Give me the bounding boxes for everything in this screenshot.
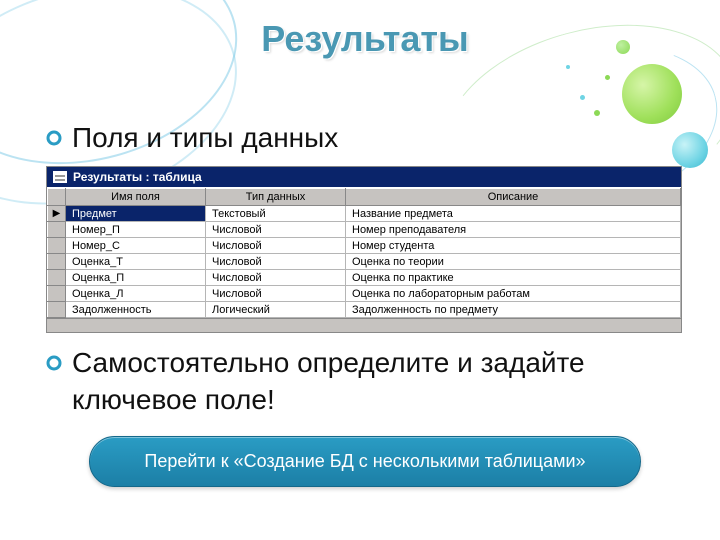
bullet-text: Самостоятельно определите и задайте ключ…: [72, 345, 684, 418]
window-titlebar[interactable]: Результаты : таблица: [47, 167, 681, 187]
data-type-cell[interactable]: Текстовый: [206, 206, 346, 222]
table-row[interactable]: Оценка_ЛЧисловойОценка по лабораторным р…: [48, 286, 681, 302]
data-type-cell[interactable]: Логический: [206, 302, 346, 318]
ring-bullet-icon: [46, 130, 62, 146]
row-selector[interactable]: [48, 286, 66, 302]
field-name-cell[interactable]: Номер_П: [66, 222, 206, 238]
table-row[interactable]: ▶ПредметТекстовыйНазвание предмета: [48, 206, 681, 222]
grid-header-row: Имя поля Тип данных Описание: [48, 189, 681, 206]
next-link-button[interactable]: Перейти к «Создание БД с несколькими таб…: [89, 436, 640, 487]
row-selector-header: [48, 189, 66, 206]
row-selector[interactable]: [48, 222, 66, 238]
row-selector[interactable]: [48, 302, 66, 318]
description-cell[interactable]: Оценка по теории: [346, 254, 681, 270]
table-designer-window: Результаты : таблица Имя поля Тип данных…: [46, 166, 682, 333]
table-row[interactable]: Оценка_ПЧисловойОценка по практике: [48, 270, 681, 286]
datasheet-icon: [53, 171, 67, 183]
data-type-cell[interactable]: Числовой: [206, 270, 346, 286]
field-name-cell[interactable]: Оценка_Т: [66, 254, 206, 270]
slide-title: Результаты: [46, 18, 684, 60]
description-cell[interactable]: Оценка по лабораторным работам: [346, 286, 681, 302]
table-row[interactable]: Номер_СЧисловойНомер студента: [48, 238, 681, 254]
fields-grid[interactable]: Имя поля Тип данных Описание ▶ПредметТек…: [47, 188, 681, 318]
bullet-item: Поля и типы данных: [46, 120, 684, 156]
horizontal-scrollbar[interactable]: [47, 318, 681, 332]
data-type-cell[interactable]: Числовой: [206, 222, 346, 238]
column-header-type[interactable]: Тип данных: [206, 189, 346, 206]
description-cell[interactable]: Задолженность по предмету: [346, 302, 681, 318]
row-selector[interactable]: ▶: [48, 206, 66, 222]
window-title: Результаты : таблица: [73, 170, 202, 184]
data-type-cell[interactable]: Числовой: [206, 238, 346, 254]
field-name-cell[interactable]: Задолженность: [66, 302, 206, 318]
table-row[interactable]: Номер_ПЧисловойНомер преподавателя: [48, 222, 681, 238]
table-row[interactable]: Оценка_ТЧисловойОценка по теории: [48, 254, 681, 270]
row-selector[interactable]: [48, 270, 66, 286]
description-cell[interactable]: Номер студента: [346, 238, 681, 254]
description-cell[interactable]: Название предмета: [346, 206, 681, 222]
data-type-cell[interactable]: Числовой: [206, 286, 346, 302]
data-type-cell[interactable]: Числовой: [206, 254, 346, 270]
table-row[interactable]: ЗадолженностьЛогическийЗадолженность по …: [48, 302, 681, 318]
row-selector[interactable]: [48, 238, 66, 254]
column-header-desc[interactable]: Описание: [346, 189, 681, 206]
field-name-cell[interactable]: Оценка_П: [66, 270, 206, 286]
description-cell[interactable]: Номер преподавателя: [346, 222, 681, 238]
row-selector[interactable]: [48, 254, 66, 270]
description-cell[interactable]: Оценка по практике: [346, 270, 681, 286]
ring-bullet-icon: [46, 355, 62, 371]
field-name-cell[interactable]: Предмет: [66, 206, 206, 222]
column-header-field[interactable]: Имя поля: [66, 189, 206, 206]
bullet-item: Самостоятельно определите и задайте ключ…: [46, 345, 684, 418]
field-name-cell[interactable]: Оценка_Л: [66, 286, 206, 302]
bullet-text: Поля и типы данных: [72, 120, 338, 156]
field-name-cell[interactable]: Номер_С: [66, 238, 206, 254]
